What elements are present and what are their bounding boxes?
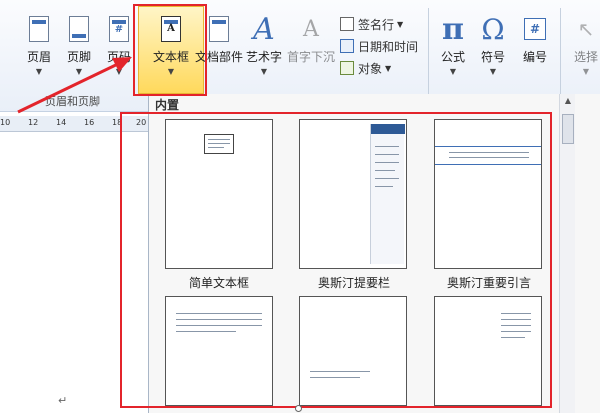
annotation-arrow [17, 57, 132, 114]
gallery-resize-handle[interactable] [295, 405, 302, 412]
